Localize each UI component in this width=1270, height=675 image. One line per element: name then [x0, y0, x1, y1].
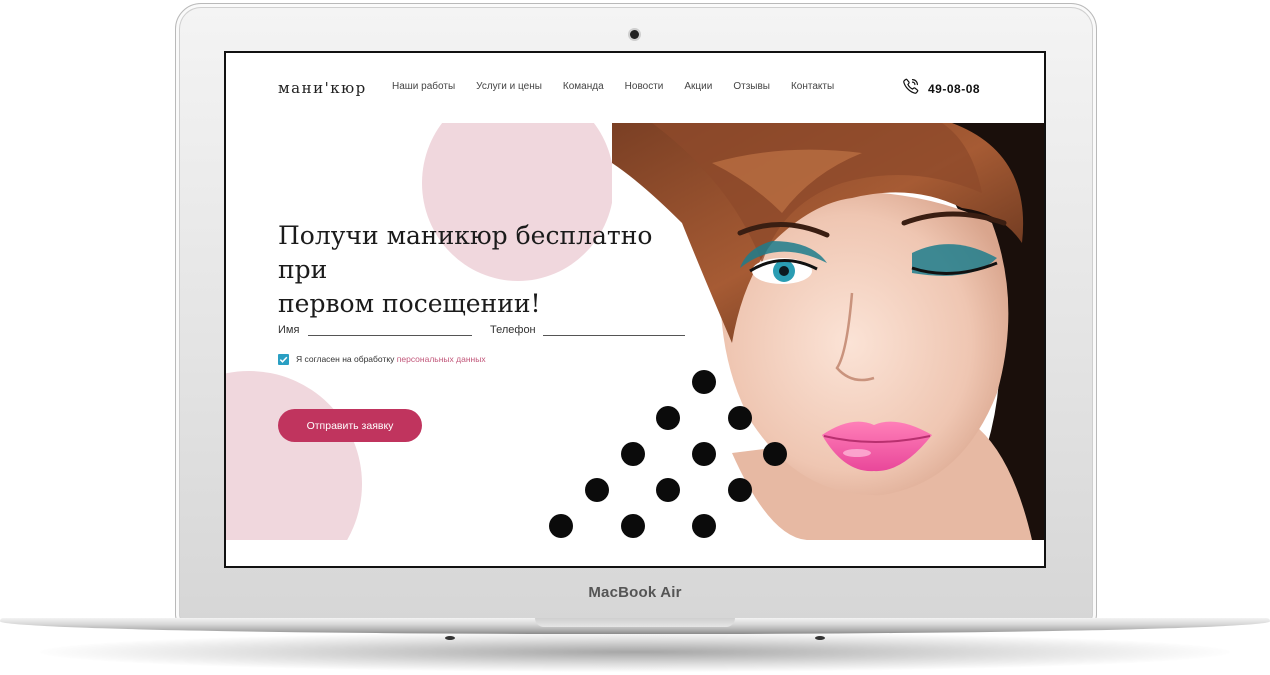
- privacy-link[interactable]: персональных данных: [397, 354, 486, 364]
- check-icon: [279, 356, 288, 363]
- laptop-notch: [535, 618, 735, 627]
- laptop-shadow: [40, 632, 1230, 672]
- web-page: мани'кюр Наши работы Услуги и цены Коман…: [226, 53, 1044, 566]
- nav-item-reviews[interactable]: Отзывы: [733, 81, 770, 92]
- phone-label: Телефон: [490, 324, 536, 336]
- name-field[interactable]: [308, 319, 472, 335]
- hero-section: Получи маникюр бесплатно при первом посе…: [226, 123, 1044, 540]
- headline-line-2: первом посещении!: [278, 289, 541, 318]
- consent-label: Я согласен на обработку: [296, 354, 395, 364]
- nav-item-team[interactable]: Команда: [563, 81, 604, 92]
- submit-button[interactable]: Отправить заявку: [278, 409, 422, 442]
- phone-field-underline: [543, 335, 685, 336]
- laptop-foot: [445, 636, 455, 640]
- nav-item-services[interactable]: Услуги и цены: [476, 81, 542, 92]
- header-phone[interactable]: 49-08-08: [902, 77, 980, 100]
- site-header: мани'кюр Наши работы Услуги и цены Коман…: [226, 53, 1044, 123]
- name-label: Имя: [278, 324, 300, 336]
- camera-icon: [630, 30, 639, 39]
- nav-item-news[interactable]: Новости: [625, 81, 664, 92]
- laptop-screen: мани'кюр Наши работы Услуги и цены Коман…: [224, 51, 1046, 568]
- laptop-foot: [815, 636, 825, 640]
- decor-dot: [585, 478, 609, 502]
- name-field-underline: [308, 335, 472, 336]
- nav-item-promos[interactable]: Акции: [684, 81, 712, 92]
- decor-circle-bottom-left: [226, 371, 362, 540]
- hero-headline: Получи маникюр бесплатно при первом посе…: [278, 219, 678, 321]
- decor-dot: [549, 514, 573, 538]
- site-logo[interactable]: мани'кюр: [278, 79, 367, 97]
- nav-item-contacts[interactable]: Контакты: [791, 81, 834, 92]
- device-brand-label: MacBook Air: [588, 584, 682, 601]
- consent-checkbox[interactable]: [278, 354, 289, 365]
- phone-field[interactable]: [543, 319, 685, 335]
- nav-item-works[interactable]: Наши работы: [392, 81, 455, 92]
- headline-line-1: Получи маникюр бесплатно при: [278, 221, 653, 284]
- consent-text: Я согласен на обработку персональных дан…: [296, 354, 486, 364]
- main-nav: Наши работы Услуги и цены Команда Новост…: [392, 81, 855, 92]
- phone-icon: [902, 77, 928, 100]
- phone-number[interactable]: 49-08-08: [928, 82, 980, 96]
